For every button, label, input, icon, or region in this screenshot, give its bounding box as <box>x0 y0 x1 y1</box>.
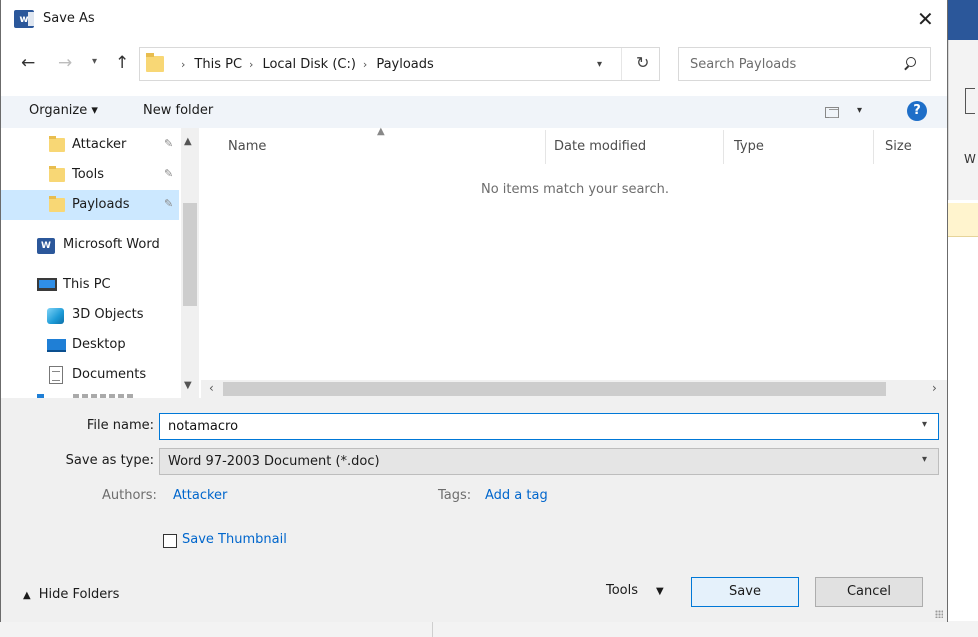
cancel-button[interactable]: Cancel <box>815 577 923 607</box>
scrollbar-thumb[interactable] <box>183 203 197 306</box>
sidebar-item-label: Payloads <box>72 197 130 212</box>
sort-ascending-icon: ▲ <box>377 126 385 137</box>
help-icon[interactable]: ? <box>907 101 927 121</box>
scroll-right-icon[interactable]: › <box>932 381 937 395</box>
file-name-input[interactable] <box>159 413 939 440</box>
column-header-date-modified[interactable]: Date modified <box>554 139 646 177</box>
new-folder-button[interactable]: New folder <box>143 103 213 118</box>
background-status-bar <box>0 621 978 637</box>
tags-value[interactable]: Add a tag <box>485 488 548 503</box>
pin-icon: ✎ <box>164 167 174 180</box>
sidebar-item-documents[interactable]: Documents <box>1 360 179 390</box>
sidebar-item-label: Tools <box>72 167 105 182</box>
nav-pane-scrollbar[interactable]: ▲ ▼ <box>181 128 199 398</box>
save-as-type-label: Save as type: <box>65 453 154 468</box>
ribbon-icon <box>965 88 975 114</box>
sidebar-item-label: Desktop <box>72 337 126 352</box>
view-dropdown-chevron-icon[interactable]: ▾ <box>857 105 862 116</box>
background-word-ribbon: W <box>948 40 978 200</box>
save-as-type-chevron-icon[interactable]: ▾ <box>922 454 927 465</box>
chevron-down-icon[interactable]: ▾ <box>597 59 602 70</box>
search-box[interactable]: Search Payloads <box>678 47 931 81</box>
computer-icon <box>37 278 57 291</box>
search-icon[interactable] <box>903 54 917 74</box>
folder-icon <box>49 136 65 152</box>
word-icon: W <box>37 238 55 254</box>
save-thumbnail-label[interactable]: Save Thumbnail <box>182 532 287 547</box>
sidebar-item-3d-objects[interactable]: 3D Objects <box>1 300 179 330</box>
chevron-down-icon: ▼ <box>656 586 664 597</box>
breadcrumb-payloads[interactable]: Payloads <box>376 57 433 72</box>
sidebar-item-label: Documents <box>72 367 147 382</box>
search-placeholder: Search Payloads <box>690 57 797 72</box>
hide-folders-label: Hide Folders <box>38 587 120 602</box>
tools-label: Tools <box>606 583 639 598</box>
close-icon[interactable]: ✕ <box>917 7 934 31</box>
authors-value[interactable]: Attacker <box>173 488 227 503</box>
desktop-icon <box>47 339 66 352</box>
recent-locations-chevron-icon[interactable]: ▾ <box>92 56 97 67</box>
hide-folders-button[interactable]: ▲ Hide Folders <box>23 587 119 602</box>
scrollbar-thumb[interactable] <box>223 382 886 396</box>
background-word-titlebar <box>948 0 978 40</box>
scroll-down-icon[interactable]: ▼ <box>184 380 192 391</box>
title-bar: w Save As ✕ <box>1 0 947 40</box>
breadcrumb-this-pc[interactable]: This PC <box>194 57 242 72</box>
back-arrow-icon[interactable]: ← <box>21 53 35 73</box>
folder-icon <box>146 53 164 72</box>
column-header-name[interactable]: Name <box>228 139 266 177</box>
column-header-size[interactable]: Size <box>885 139 912 177</box>
sidebar-item-attacker[interactable]: Attacker ✎ <box>1 130 179 160</box>
breadcrumb-separator[interactable]: › <box>356 58 376 71</box>
breadcrumb-separator[interactable]: › <box>174 58 194 71</box>
file-list-scrollbar[interactable]: ‹ › <box>201 380 947 398</box>
save-as-dialog: w Save As ✕ ← → ▾ ↑ › This PC › Local Disk … <box>0 0 948 622</box>
sidebar-item-label: Microsoft Word <box>63 237 160 252</box>
word-app-icon: w <box>14 10 34 28</box>
background-message-bar-right <box>948 203 978 237</box>
folder-icon <box>49 196 65 212</box>
save-options-panel: File name: ▾ Save as type: Word 97-2003 … <box>1 398 947 622</box>
command-bar: Organize ▾ New folder ▾ ? <box>1 96 947 128</box>
sidebar-item-label: Attacker <box>72 137 127 152</box>
authors-label: Authors: <box>102 488 157 503</box>
empty-message: No items match your search. <box>481 182 670 197</box>
pin-icon: ✎ <box>164 197 174 210</box>
organize-button[interactable]: Organize ▾ <box>29 103 98 118</box>
address-bar[interactable]: › This PC › Local Disk (C:) › Payloads ▾ ↻ <box>139 47 660 81</box>
column-header-type[interactable]: Type <box>734 139 764 177</box>
save-as-type-select[interactable]: Word 97-2003 Document (*.doc) <box>159 448 939 475</box>
resize-grip-icon[interactable] <box>935 610 943 618</box>
sidebar-item-payloads[interactable]: Payloads ✎ <box>1 190 179 220</box>
breadcrumb-separator[interactable]: › <box>242 58 262 71</box>
file-name-label: File name: <box>86 418 154 433</box>
documents-icon <box>49 366 63 384</box>
tags-label: Tags: <box>438 488 472 503</box>
sidebar-item-label: This PC <box>63 277 111 292</box>
sidebar-item-desktop[interactable]: Desktop <box>1 330 179 360</box>
sidebar-item-tools[interactable]: Tools ✎ <box>1 160 179 190</box>
forward-arrow-icon[interactable]: → <box>58 53 72 73</box>
up-arrow-icon[interactable]: ↑ <box>115 53 129 73</box>
sidebar-item-microsoft-word[interactable]: W Microsoft Word <box>1 230 179 260</box>
breadcrumb-local-disk[interactable]: Local Disk (C:) <box>262 57 355 72</box>
dialog-title: Save As <box>43 11 95 26</box>
navigation-pane: Attacker ✎ Tools ✎ Payloads ✎ W Microsof… <box>1 128 201 398</box>
view-options-icon[interactable] <box>825 107 839 118</box>
scroll-left-icon[interactable]: ‹ <box>209 381 214 395</box>
breadcrumb: › This PC › Local Disk (C:) › Payloads <box>174 57 434 72</box>
save-button[interactable]: Save <box>691 577 799 607</box>
tools-menu-button[interactable]: Tools ▼ <box>606 583 664 598</box>
file-name-dropdown-chevron-icon[interactable]: ▾ <box>922 419 927 430</box>
chevron-up-icon: ▲ <box>23 590 31 601</box>
folder-icon <box>49 166 65 182</box>
3d-objects-icon <box>47 308 64 324</box>
sidebar-item-label: 3D Objects <box>72 307 144 322</box>
sidebar-item-this-pc[interactable]: This PC <box>1 270 179 300</box>
ribbon-label: W <box>964 152 976 166</box>
pin-icon: ✎ <box>164 137 174 150</box>
save-thumbnail-checkbox[interactable] <box>163 534 177 548</box>
refresh-icon[interactable]: ↻ <box>636 53 649 72</box>
scroll-up-icon[interactable]: ▲ <box>184 136 192 147</box>
